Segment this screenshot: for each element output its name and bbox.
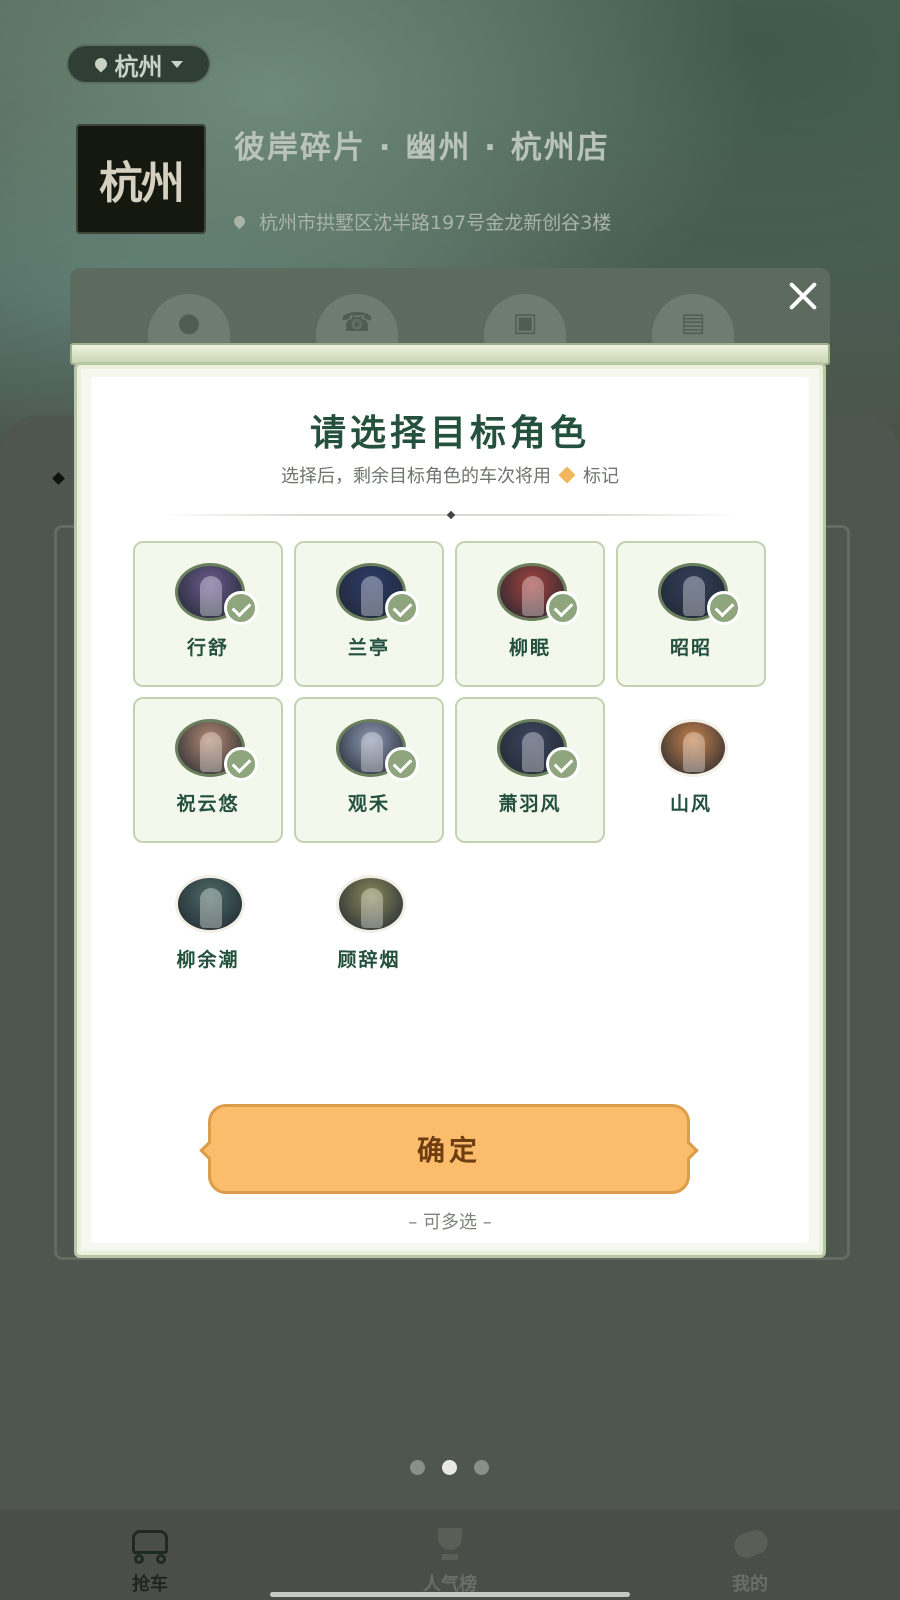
- store-address-text: 杭州市拱墅区沈半路197号金龙新创谷3楼: [259, 212, 612, 234]
- character-grid: 行舒 兰亭 柳眠 昭昭 祝云悠 观禾 萧羽风 山风 柳余潮 顾辞烟: [133, 541, 769, 1001]
- character-name: 观禾: [347, 793, 390, 815]
- character-card[interactable]: 萧羽风: [455, 697, 605, 843]
- checkmark-icon: [546, 591, 580, 625]
- character-card[interactable]: 祝云悠: [133, 697, 283, 843]
- store-name: 彼岸碎片 · 幽州 · 杭州店: [234, 130, 610, 166]
- character-card[interactable]: 行舒: [133, 541, 283, 687]
- modal-title: 请选择目标角色: [309, 413, 590, 454]
- character-card[interactable]: 柳眠: [455, 541, 605, 687]
- character-name: 山风: [669, 793, 712, 815]
- page-dot[interactable]: [410, 1460, 425, 1475]
- tab-grab-carriage[interactable]: 抢车: [0, 1510, 300, 1600]
- page-dot[interactable]: [442, 1460, 457, 1475]
- trophy-icon: [428, 1524, 472, 1564]
- checkmark-icon: [385, 591, 419, 625]
- multi-select-hint: – 可多选 –: [408, 1212, 492, 1233]
- character-name: 兰亭: [347, 637, 390, 659]
- checkmark-icon: [707, 591, 741, 625]
- confirm-button[interactable]: 确定: [208, 1104, 690, 1194]
- location-pin-icon: [231, 213, 248, 230]
- character-name: 顾辞烟: [337, 949, 401, 971]
- character-card[interactable]: 顾辞烟: [294, 853, 444, 999]
- checkmark-icon: [385, 747, 419, 781]
- confirm-label: 确定: [416, 1134, 481, 1167]
- character-name: 柳眠: [508, 637, 551, 659]
- character-card[interactable]: 柳余潮: [133, 853, 283, 999]
- avatar: [658, 719, 728, 777]
- character-name: 祝云悠: [176, 793, 240, 815]
- page-indicator: [410, 1460, 490, 1476]
- tab-label: 我的: [732, 1574, 768, 1595]
- modal-subtitle: 选择后，剩余目标角色的车次将用 标记: [0, 462, 900, 488]
- avatar: [175, 875, 245, 933]
- character-name: 萧羽风: [498, 793, 562, 815]
- tab-mine[interactable]: 我的: [600, 1510, 900, 1600]
- location-pin-icon: [92, 55, 109, 73]
- avatar: [336, 875, 406, 933]
- character-card[interactable]: 山风: [616, 697, 766, 843]
- store-address: 杭州市拱墅区沈半路197号金龙新创谷3楼: [231, 208, 612, 235]
- checkmark-icon: [224, 591, 258, 625]
- city-selector[interactable]: 杭州: [66, 44, 211, 84]
- diamond-marker-icon: [558, 466, 576, 484]
- tab-label: 抢车: [132, 1574, 168, 1595]
- character-card[interactable]: 兰亭: [294, 541, 444, 687]
- tab-popularity[interactable]: 人气榜: [300, 1510, 600, 1600]
- character-name: 柳余潮: [176, 949, 240, 971]
- character-card[interactable]: 昭昭: [616, 541, 766, 687]
- bottom-tab-bar: 抢车 人气榜 我的: [0, 1510, 900, 1600]
- checkmark-icon: [224, 747, 258, 781]
- character-name: 昭昭: [669, 637, 712, 659]
- close-button[interactable]: [782, 275, 824, 317]
- home-indicator[interactable]: [270, 1592, 630, 1597]
- character-card[interactable]: 观禾: [294, 697, 444, 843]
- city-label: 杭州: [114, 52, 163, 81]
- subtitle-text: 选择后，剩余目标角色的车次将用: [281, 466, 551, 487]
- page-dot[interactable]: [474, 1460, 489, 1475]
- chevron-down-icon: [170, 60, 183, 68]
- checkmark-icon: [546, 747, 580, 781]
- scroll-icon: [728, 1524, 772, 1564]
- carriage-icon: [128, 1524, 172, 1564]
- subtitle-text-end: 标记: [583, 466, 619, 487]
- character-name: 行舒: [186, 637, 229, 659]
- store-logo: 杭州: [76, 124, 206, 234]
- store-logo-text: 杭州: [99, 158, 185, 209]
